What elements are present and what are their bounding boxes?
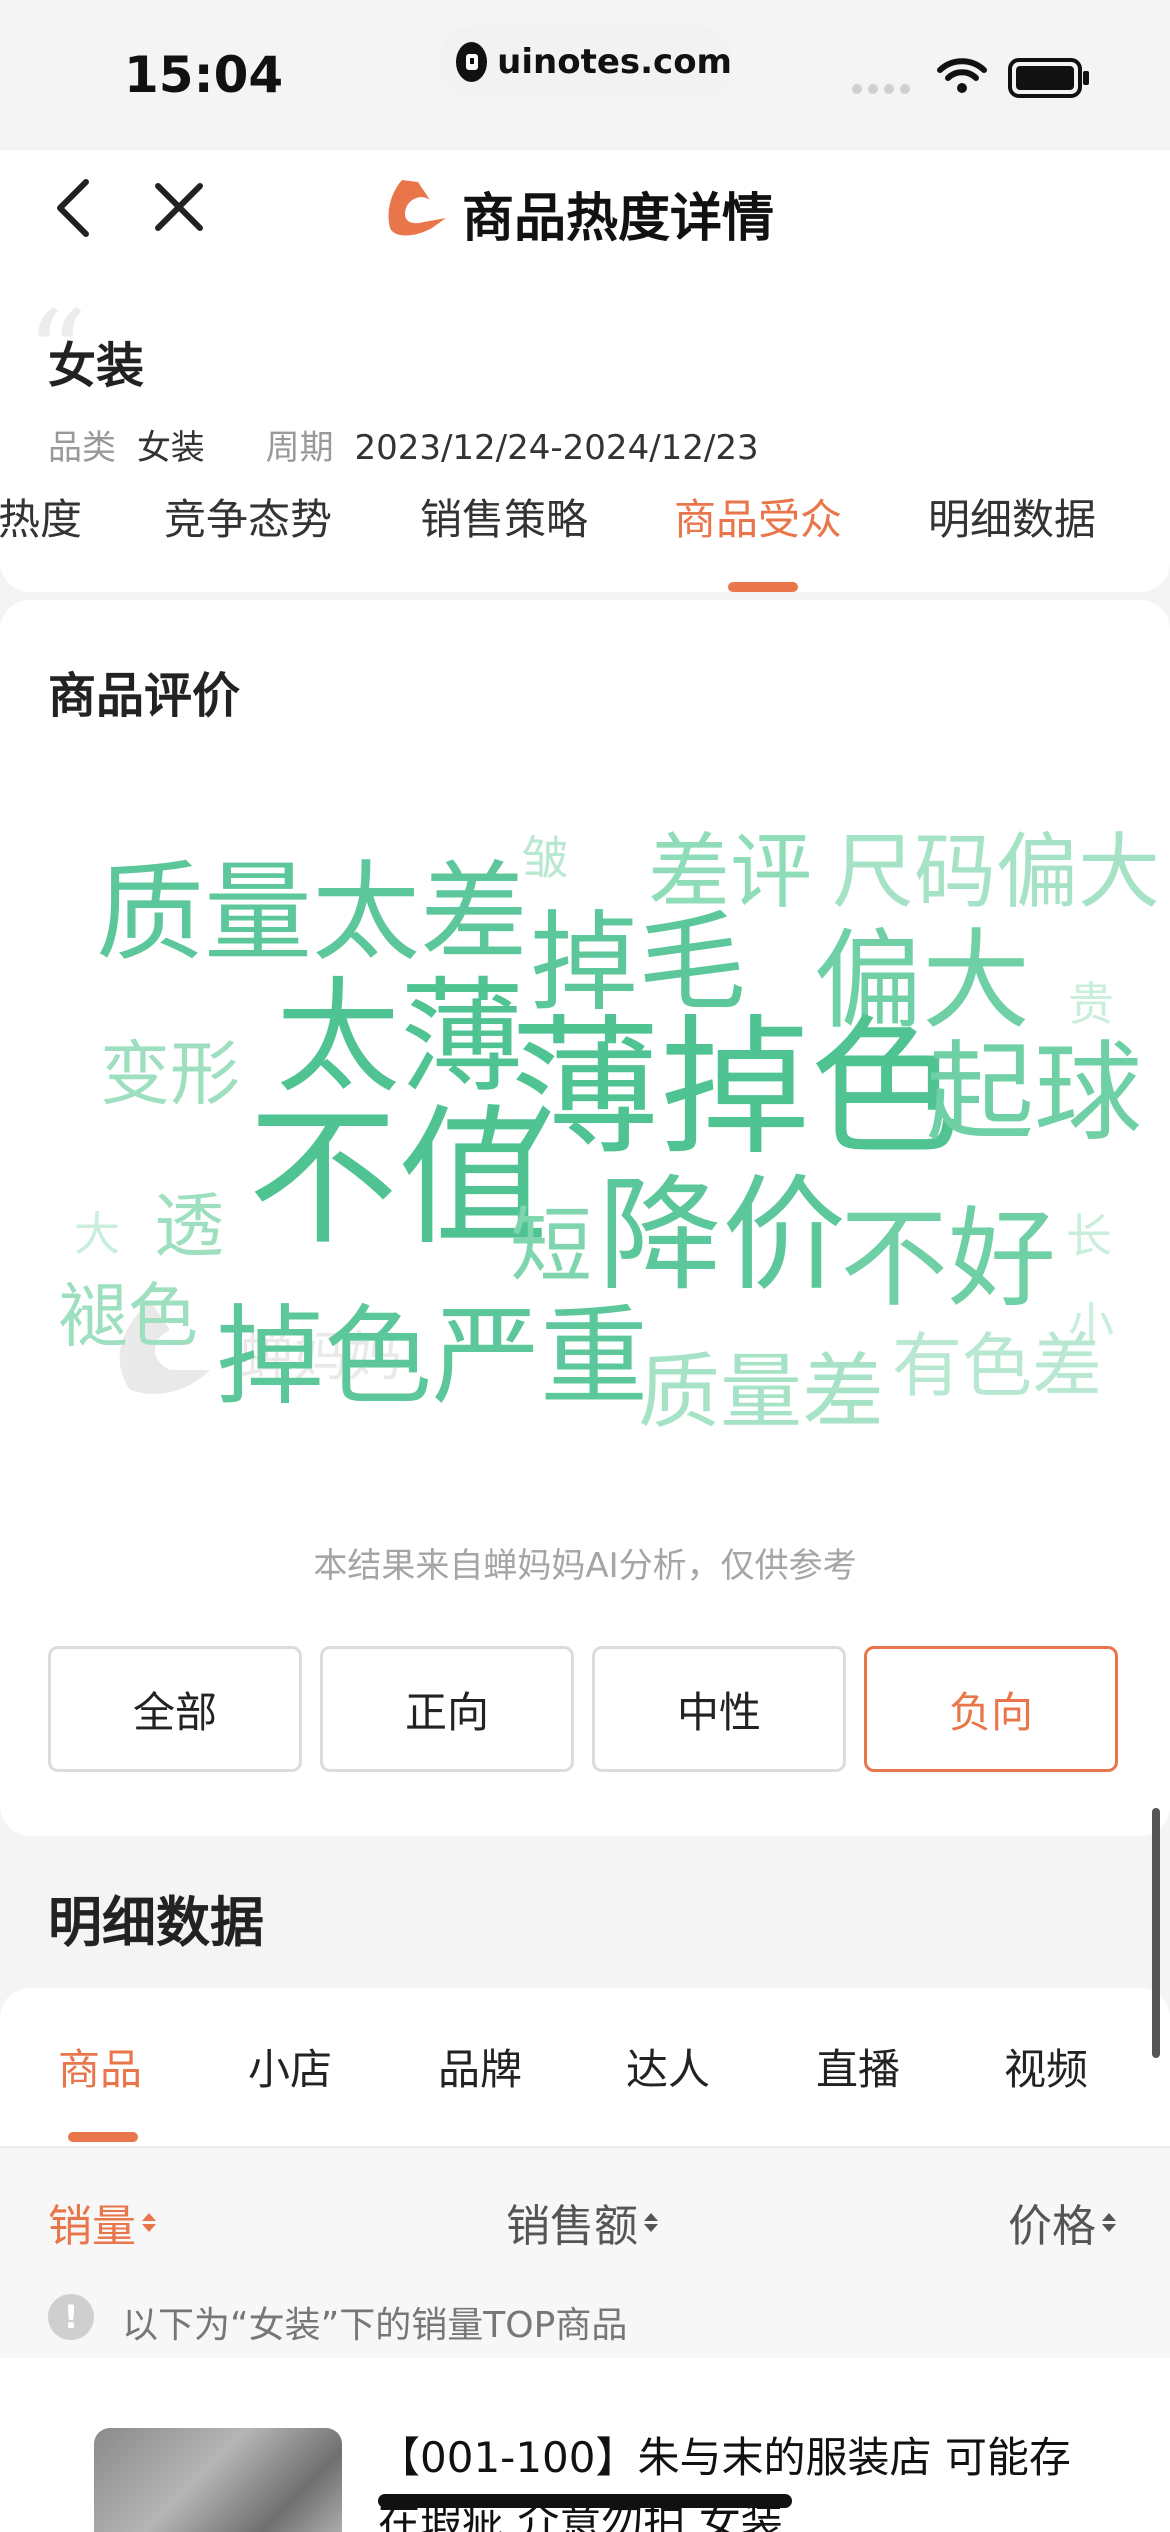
detail-tab-live[interactable]: 直播: [816, 2036, 900, 2097]
period-value: 2023/12/24-2024/12/23: [354, 428, 759, 468]
word-cloud-term: 掉色严重: [216, 1295, 648, 1420]
chanmama-logo-icon: [388, 180, 446, 236]
word-cloud-term: 长: [1066, 1209, 1112, 1263]
detail-tab-videos[interactable]: 视频: [1004, 2036, 1088, 2097]
word-cloud-term: 皱: [522, 831, 568, 885]
word-cloud-term: 降价: [598, 1164, 846, 1308]
tab-detail-data[interactable]: 明细数据: [928, 486, 1096, 547]
back-icon[interactable]: [50, 178, 100, 238]
sort-by-price[interactable]: 价格: [1008, 2190, 1116, 2254]
product-thumbnail[interactable]: [94, 2428, 342, 2532]
sort-label: 销售额: [506, 2201, 638, 2252]
detail-tab-shops[interactable]: 小店: [248, 2036, 332, 2097]
word-cloud-term: 褪色: [58, 1275, 198, 1357]
tab-audience[interactable]: 商品受众: [674, 486, 842, 547]
url-text: uinotes.com: [497, 42, 732, 82]
word-cloud-term: 尺码偏大: [832, 825, 1160, 920]
sort-by-revenue[interactable]: 销售额: [506, 2190, 658, 2254]
wifi-icon: [937, 58, 987, 93]
tab-competition[interactable]: 竞争态势: [164, 486, 332, 547]
tab-heat[interactable]: 热度: [0, 486, 82, 547]
period-label: 周期: [265, 428, 334, 468]
notice-text: 以下为“女装”下的销量TOP商品: [122, 2305, 628, 2346]
word-cloud-term: 质量差: [638, 1345, 884, 1440]
filter-negative-button[interactable]: 负向: [864, 1646, 1118, 1772]
sort-by-volume[interactable]: 销量: [48, 2190, 156, 2254]
section-tabs: 热度 竞争态势 销售策略 商品受众 明细数据: [0, 486, 1170, 556]
tab-sales-strategy[interactable]: 销售策略: [420, 486, 588, 547]
home-indicator[interactable]: [378, 2494, 792, 2508]
battery-icon: [1008, 58, 1089, 98]
detail-heading: 明细数据: [48, 1891, 264, 1954]
detail-tab-products[interactable]: 商品: [58, 2036, 142, 2097]
word-cloud-term: 不值: [248, 1092, 548, 1266]
detail-tab-brands[interactable]: 品牌: [438, 2036, 522, 2097]
page-title: 商品热度详情: [462, 189, 775, 249]
sort-label: 价格: [1008, 2201, 1096, 2252]
info-icon: !: [48, 2294, 94, 2340]
word-cloud-term: 质量太差: [96, 851, 528, 976]
word-cloud-term: 短: [510, 1199, 592, 1294]
filter-neutral-button[interactable]: 中性: [592, 1646, 846, 1772]
product-name: 女装: [48, 338, 145, 394]
word-cloud-term: 大: [74, 1207, 120, 1261]
sort-label: 销量: [48, 2201, 136, 2252]
cellular-signal-icon: [852, 84, 910, 94]
lock-icon: [456, 42, 488, 82]
scrollbar[interactable]: [1152, 1808, 1160, 2058]
category-label: 品类: [48, 428, 116, 468]
detail-tab-influencers[interactable]: 达人: [626, 2036, 710, 2097]
detail-tab-indicator: [68, 2132, 138, 2142]
sort-arrows-icon: [644, 2212, 658, 2232]
word-cloud-term: 透: [154, 1185, 224, 1267]
close-icon[interactable]: [152, 180, 206, 234]
word-cloud-term: 太薄: [276, 966, 524, 1110]
status-time: 15:04: [124, 46, 284, 104]
sort-arrows-icon: [142, 2212, 156, 2232]
category-value: 女装: [136, 428, 205, 468]
review-title: 商品评价: [48, 668, 241, 724]
word-cloud-term: 变形: [100, 1033, 240, 1115]
url-pill[interactable]: uinotes.com: [438, 26, 732, 98]
word-cloud: 蝉妈妈 质量太差皱 差评 尺码偏大掉毛 偏大 贵变形 太薄薄掉色起球大透不值短 降价不好 长褪…: [58, 825, 1160, 1440]
word-cloud-term: 有色差: [892, 1325, 1102, 1407]
tab-active-indicator: [728, 582, 798, 592]
word-cloud-term: 不好: [840, 1197, 1056, 1322]
word-cloud-term: 薄掉色: [510, 1002, 960, 1176]
ai-disclaimer: 本结果来自蝉妈妈AI分析，仅供参考: [313, 1546, 857, 1586]
word-cloud-term: 起球: [926, 1031, 1142, 1156]
product-meta: 品类 女装 周期 2023/12/24-2024/12/23: [48, 420, 759, 469]
word-cloud-term: 贵: [1068, 977, 1114, 1031]
filter-positive-button[interactable]: 正向: [320, 1646, 574, 1772]
sort-arrows-icon: [1102, 2212, 1116, 2232]
filter-all-button[interactable]: 全部: [48, 1646, 302, 1772]
product-item-title[interactable]: 【001-100】朱与末的服装店 可能存在瑕疵 介意勿拍 女装: [378, 2426, 1078, 2532]
